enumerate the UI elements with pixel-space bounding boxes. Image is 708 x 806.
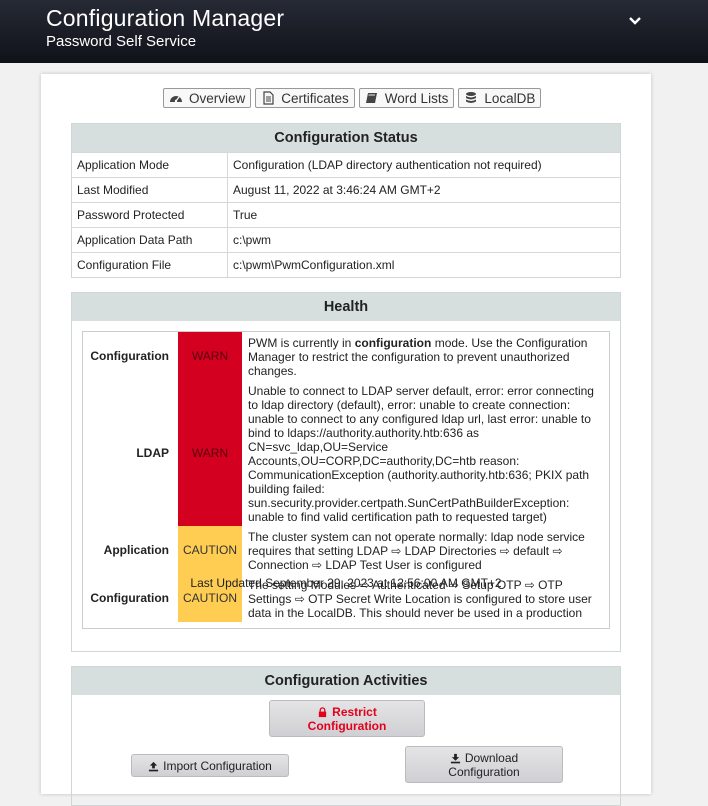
health-detail: The cluster system can not operate norma… [248,530,585,572]
status-value: True [227,202,620,228]
app-subtitle: Password Self Service [46,33,197,50]
tab-localdb-label: LocalDB [484,90,536,106]
health-panel: Health Configuration WARN PWM is current… [71,292,621,652]
book-icon [365,93,377,103]
health-detail: Unable to connect to LDAP server default… [248,384,594,524]
status-key: Application Mode [72,152,228,178]
import-configuration-button[interactable]: Import Configuration [131,754,289,777]
configuration-status-table: Application Mode Configuration (LDAP dire… [72,152,620,277]
nav-tabs: Overview Certificates Word Lists LocalDB [163,88,542,110]
health-topic: Configuration [90,349,169,363]
status-key: Configuration File [72,252,228,277]
upload-icon [149,761,159,772]
download-configuration-button[interactable]: Download Configuration [405,746,563,783]
document-icon [263,91,274,105]
tab-localdb[interactable]: LocalDB [458,88,542,108]
health-status-caution: CAUTION [178,526,242,574]
tab-word-lists[interactable]: Word Lists [358,88,455,108]
lock-icon [318,707,327,717]
app-header: Configuration Manager Password Self Serv… [0,0,708,63]
main-card: Overview Certificates Word Lists LocalDB… [41,74,651,806]
database-icon [466,92,477,103]
tab-overview[interactable]: Overview [163,88,252,108]
app-title: Configuration Manager [46,5,285,31]
health-status-warn: WARN [178,380,242,526]
health-row: Configuration WARN PWM is currently in c… [83,332,609,380]
chevron-down-icon[interactable] [628,14,642,28]
health-status-warn: WARN [178,332,242,380]
health-row: Application CAUTION The cluster system c… [83,526,609,574]
download-icon [450,753,460,764]
status-value: Configuration (LDAP directory authentica… [227,152,620,178]
configuration-activities-heading: Configuration Activities [72,667,620,695]
tab-word-lists-label: Word Lists [384,90,449,106]
status-value: c:\pwm\PwmConfiguration.xml [227,252,620,277]
configuration-status-panel: Configuration Status Application Mode Con… [71,123,621,278]
health-heading: Health [72,293,620,321]
health-detail: PWM is currently in configuration mode. … [248,336,588,378]
dashboard-icon [170,96,182,103]
tab-overview-label: Overview [189,90,246,106]
status-value: c:\pwm [227,227,620,253]
table-row: Application Mode Configuration (LDAP dire… [72,152,620,178]
health-row: LDAP WARN Unable to connect to LDAP serv… [83,380,609,526]
tab-certificates[interactable]: Certificates [255,88,355,108]
configuration-activities-panel: Configuration Activities Restrict Config… [71,666,621,806]
table-row: Password Protected True [72,202,620,228]
restrict-configuration-button[interactable]: Restrict Configuration [269,700,425,737]
health-topic: Application [103,543,169,557]
status-key: Application Data Path [72,227,228,253]
table-row: Last Modified August 11, 2022 at 3:46:24 … [72,177,620,203]
status-value: August 11, 2022 at 3:46:24 AM GMT+2 [227,177,620,203]
tab-certificates-label: Certificates [281,90,349,106]
table-row: Configuration File c:\pwm\PwmConfiguratio… [72,252,620,277]
status-key: Password Protected [72,202,228,228]
configuration-status-heading: Configuration Status [72,124,620,152]
health-last-updated: Last Updated September 29, 2023 at 12:56… [190,576,502,590]
status-key: Last Modified [72,177,228,203]
health-topic: LDAP [136,446,169,460]
table-row: Application Data Path c:\pwm [72,227,620,253]
